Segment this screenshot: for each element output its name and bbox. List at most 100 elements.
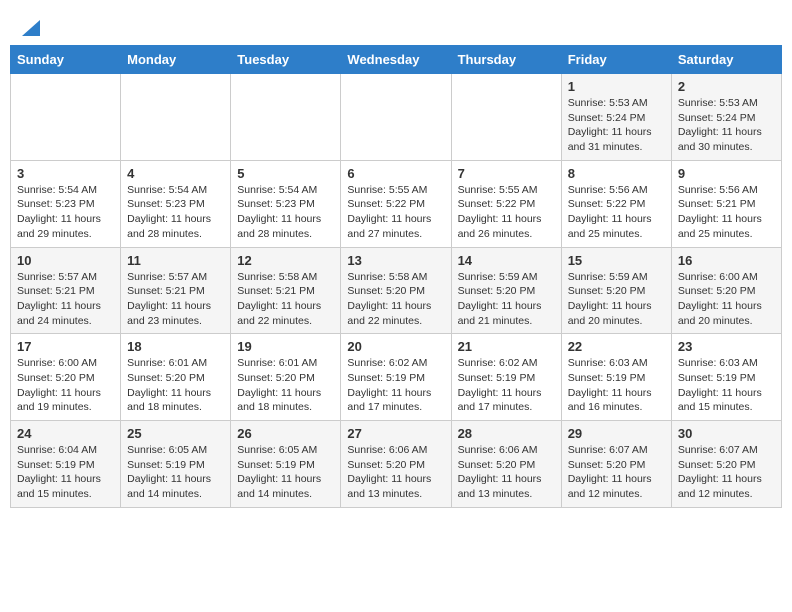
day-detail: Sunrise: 6:01 AM Sunset: 5:20 PM Dayligh… <box>237 356 334 415</box>
calendar-cell: 21 Sunrise: 6:02 AM Sunset: 5:19 PM Dayl… <box>451 334 561 421</box>
daylight-text: Daylight: 11 hours and 17 minutes. <box>458 387 542 414</box>
sunset-text: Sunset: 5:20 PM <box>127 372 205 384</box>
weekday-header-saturday: Saturday <box>671 46 781 74</box>
day-number: 28 <box>458 426 555 441</box>
sunrise-text: Sunrise: 6:00 AM <box>17 357 97 369</box>
day-detail: Sunrise: 5:53 AM Sunset: 5:24 PM Dayligh… <box>568 96 665 155</box>
daylight-text: Daylight: 11 hours and 25 minutes. <box>568 213 652 240</box>
sunset-text: Sunset: 5:21 PM <box>17 285 95 297</box>
daylight-text: Daylight: 11 hours and 12 minutes. <box>568 473 652 500</box>
day-number: 14 <box>458 253 555 268</box>
daylight-text: Daylight: 11 hours and 14 minutes. <box>127 473 211 500</box>
day-detail: Sunrise: 5:57 AM Sunset: 5:21 PM Dayligh… <box>17 270 114 329</box>
sunrise-text: Sunrise: 5:59 AM <box>568 271 648 283</box>
calendar-week-row: 1 Sunrise: 5:53 AM Sunset: 5:24 PM Dayli… <box>11 74 782 161</box>
calendar-cell: 29 Sunrise: 6:07 AM Sunset: 5:20 PM Dayl… <box>561 421 671 508</box>
calendar-cell: 5 Sunrise: 5:54 AM Sunset: 5:23 PM Dayli… <box>231 160 341 247</box>
sunrise-text: Sunrise: 6:02 AM <box>458 357 538 369</box>
sunset-text: Sunset: 5:22 PM <box>347 198 425 210</box>
daylight-text: Daylight: 11 hours and 13 minutes. <box>347 473 431 500</box>
day-detail: Sunrise: 6:05 AM Sunset: 5:19 PM Dayligh… <box>127 443 224 502</box>
daylight-text: Daylight: 11 hours and 15 minutes. <box>17 473 101 500</box>
daylight-text: Daylight: 11 hours and 20 minutes. <box>568 300 652 327</box>
sunset-text: Sunset: 5:23 PM <box>237 198 315 210</box>
day-detail: Sunrise: 6:03 AM Sunset: 5:19 PM Dayligh… <box>568 356 665 415</box>
calendar-cell: 16 Sunrise: 6:00 AM Sunset: 5:20 PM Dayl… <box>671 247 781 334</box>
day-number: 27 <box>347 426 444 441</box>
calendar-cell: 4 Sunrise: 5:54 AM Sunset: 5:23 PM Dayli… <box>121 160 231 247</box>
daylight-text: Daylight: 11 hours and 23 minutes. <box>127 300 211 327</box>
sunset-text: Sunset: 5:21 PM <box>237 285 315 297</box>
day-number: 4 <box>127 166 224 181</box>
day-detail: Sunrise: 6:04 AM Sunset: 5:19 PM Dayligh… <box>17 443 114 502</box>
sunrise-text: Sunrise: 6:07 AM <box>678 444 758 456</box>
calendar-cell: 2 Sunrise: 5:53 AM Sunset: 5:24 PM Dayli… <box>671 74 781 161</box>
daylight-text: Daylight: 11 hours and 26 minutes. <box>458 213 542 240</box>
calendar-cell: 18 Sunrise: 6:01 AM Sunset: 5:20 PM Dayl… <box>121 334 231 421</box>
day-detail: Sunrise: 6:06 AM Sunset: 5:20 PM Dayligh… <box>458 443 555 502</box>
day-detail: Sunrise: 5:58 AM Sunset: 5:21 PM Dayligh… <box>237 270 334 329</box>
day-number: 26 <box>237 426 334 441</box>
day-detail: Sunrise: 5:53 AM Sunset: 5:24 PM Dayligh… <box>678 96 775 155</box>
sunset-text: Sunset: 5:20 PM <box>347 285 425 297</box>
day-number: 12 <box>237 253 334 268</box>
day-detail: Sunrise: 6:06 AM Sunset: 5:20 PM Dayligh… <box>347 443 444 502</box>
daylight-text: Daylight: 11 hours and 30 minutes. <box>678 126 762 153</box>
sunset-text: Sunset: 5:19 PM <box>678 372 756 384</box>
day-number: 5 <box>237 166 334 181</box>
sunrise-text: Sunrise: 6:05 AM <box>127 444 207 456</box>
day-detail: Sunrise: 6:07 AM Sunset: 5:20 PM Dayligh… <box>568 443 665 502</box>
sunrise-text: Sunrise: 5:58 AM <box>347 271 427 283</box>
day-detail: Sunrise: 6:02 AM Sunset: 5:19 PM Dayligh… <box>347 356 444 415</box>
sunset-text: Sunset: 5:22 PM <box>458 198 536 210</box>
sunrise-text: Sunrise: 6:00 AM <box>678 271 758 283</box>
day-detail: Sunrise: 5:58 AM Sunset: 5:20 PM Dayligh… <box>347 270 444 329</box>
sunset-text: Sunset: 5:20 PM <box>458 285 536 297</box>
calendar-cell: 13 Sunrise: 5:58 AM Sunset: 5:20 PM Dayl… <box>341 247 451 334</box>
sunset-text: Sunset: 5:21 PM <box>127 285 205 297</box>
daylight-text: Daylight: 11 hours and 18 minutes. <box>237 387 321 414</box>
calendar-cell <box>341 74 451 161</box>
sunrise-text: Sunrise: 5:59 AM <box>458 271 538 283</box>
daylight-text: Daylight: 11 hours and 22 minutes. <box>237 300 321 327</box>
day-number: 11 <box>127 253 224 268</box>
sunset-text: Sunset: 5:22 PM <box>568 198 646 210</box>
calendar-cell: 22 Sunrise: 6:03 AM Sunset: 5:19 PM Dayl… <box>561 334 671 421</box>
sunset-text: Sunset: 5:20 PM <box>237 372 315 384</box>
weekday-header-monday: Monday <box>121 46 231 74</box>
sunset-text: Sunset: 5:21 PM <box>678 198 756 210</box>
sunrise-text: Sunrise: 5:57 AM <box>17 271 97 283</box>
day-number: 19 <box>237 339 334 354</box>
sunrise-text: Sunrise: 5:56 AM <box>568 184 648 196</box>
daylight-text: Daylight: 11 hours and 13 minutes. <box>458 473 542 500</box>
day-detail: Sunrise: 5:56 AM Sunset: 5:21 PM Dayligh… <box>678 183 775 242</box>
sunrise-text: Sunrise: 5:54 AM <box>237 184 317 196</box>
day-number: 17 <box>17 339 114 354</box>
day-detail: Sunrise: 5:57 AM Sunset: 5:21 PM Dayligh… <box>127 270 224 329</box>
calendar-cell: 28 Sunrise: 6:06 AM Sunset: 5:20 PM Dayl… <box>451 421 561 508</box>
calendar-cell: 7 Sunrise: 5:55 AM Sunset: 5:22 PM Dayli… <box>451 160 561 247</box>
day-detail: Sunrise: 6:00 AM Sunset: 5:20 PM Dayligh… <box>678 270 775 329</box>
sunset-text: Sunset: 5:20 PM <box>678 459 756 471</box>
sunrise-text: Sunrise: 6:02 AM <box>347 357 427 369</box>
page-header <box>10 10 782 37</box>
day-detail: Sunrise: 6:07 AM Sunset: 5:20 PM Dayligh… <box>678 443 775 502</box>
sunrise-text: Sunrise: 6:06 AM <box>458 444 538 456</box>
sunset-text: Sunset: 5:19 PM <box>127 459 205 471</box>
day-detail: Sunrise: 5:59 AM Sunset: 5:20 PM Dayligh… <box>568 270 665 329</box>
sunrise-text: Sunrise: 6:06 AM <box>347 444 427 456</box>
sunrise-text: Sunrise: 6:01 AM <box>127 357 207 369</box>
day-number: 24 <box>17 426 114 441</box>
daylight-text: Daylight: 11 hours and 25 minutes. <box>678 213 762 240</box>
sunset-text: Sunset: 5:24 PM <box>678 112 756 124</box>
daylight-text: Daylight: 11 hours and 15 minutes. <box>678 387 762 414</box>
sunrise-text: Sunrise: 5:54 AM <box>17 184 97 196</box>
daylight-text: Daylight: 11 hours and 18 minutes. <box>127 387 211 414</box>
day-number: 6 <box>347 166 444 181</box>
day-detail: Sunrise: 6:05 AM Sunset: 5:19 PM Dayligh… <box>237 443 334 502</box>
calendar-cell: 30 Sunrise: 6:07 AM Sunset: 5:20 PM Dayl… <box>671 421 781 508</box>
day-detail: Sunrise: 5:56 AM Sunset: 5:22 PM Dayligh… <box>568 183 665 242</box>
day-number: 25 <box>127 426 224 441</box>
calendar-cell <box>11 74 121 161</box>
daylight-text: Daylight: 11 hours and 14 minutes. <box>237 473 321 500</box>
